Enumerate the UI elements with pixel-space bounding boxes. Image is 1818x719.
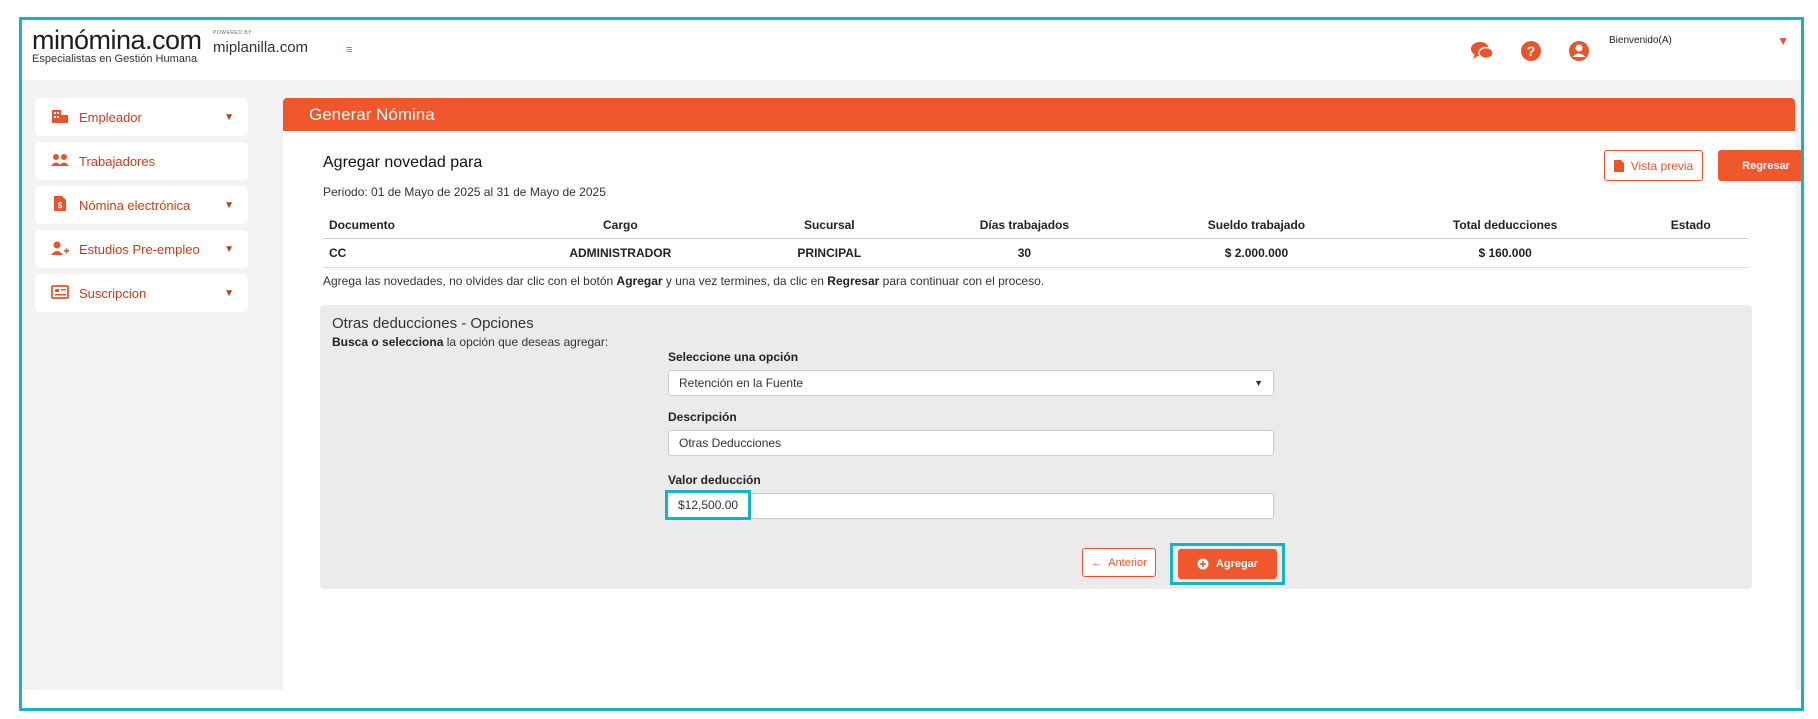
top-header: minómina.com Especialistas en Gestión Hu…: [22, 20, 1801, 80]
previous-button-label: Anterior: [1108, 556, 1147, 569]
back-button[interactable]: Regresar: [1718, 150, 1801, 181]
chat-icon[interactable]: [1469, 38, 1495, 64]
chevron-down-icon: ▼: [224, 199, 234, 211]
sidebar-item-empleador[interactable]: Empleador ▼: [35, 98, 248, 136]
user-plus-icon: [49, 240, 71, 259]
select-option-label: Seleccione una opción: [668, 350, 799, 364]
preview-button[interactable]: Vista previa: [1604, 150, 1703, 181]
welcome-text: Bienvenido(A): [1609, 35, 1672, 46]
deduction-value-text: $12,500.00: [678, 498, 739, 512]
panel-title: Generar Nómina: [283, 98, 1795, 131]
table-header: Documento: [323, 212, 495, 239]
building-icon: [49, 108, 71, 127]
description-field[interactable]: Otras Deducciones: [668, 430, 1274, 456]
table-header: Total deducciones: [1376, 212, 1634, 239]
add-button-highlight: Agregar: [1170, 543, 1285, 585]
chevron-down-icon: ▼: [224, 111, 234, 123]
pdf-file-icon: [1613, 159, 1624, 172]
app-frame: minómina.com Especialistas en Gestión Hu…: [19, 17, 1804, 711]
table-header: Días trabajados: [912, 212, 1137, 239]
table-cell: 30: [912, 238, 1137, 268]
table-cell: [1633, 238, 1748, 268]
user-menu-caret-icon[interactable]: ▼: [1777, 34, 1789, 48]
deduction-value-highlight[interactable]: $12,500.00: [665, 490, 751, 520]
sidebar-item-suscripcion[interactable]: Suscripcion ▼: [35, 274, 248, 312]
previous-button[interactable]: ← Anterior: [1082, 548, 1156, 577]
table-header: Sueldo trabajado: [1136, 212, 1377, 239]
main-panel: Generar Nómina Agregar novedad para Peri…: [283, 98, 1801, 690]
option-select[interactable]: Retención en la Fuente ▼: [668, 370, 1274, 396]
sidebar-item-label: Empleador: [79, 109, 142, 125]
note-text: y una vez termines, da clic en: [662, 274, 828, 288]
svg-text:?: ?: [1527, 43, 1536, 59]
instructions-note: Agrega las novedades, no olvides dar cli…: [323, 274, 1044, 288]
table-row: CC ADMINISTRADOR PRINCIPAL 30 $ 2.000.00…: [323, 238, 1748, 268]
sidebar-item-estudios-pre-empleo[interactable]: Estudios Pre-empleo ▼: [35, 230, 248, 268]
sidebar-item-label: Estudios Pre-empleo: [79, 241, 200, 257]
table-cell: PRINCIPAL: [745, 238, 913, 268]
menu-toggle-icon[interactable]: ≡: [346, 44, 352, 56]
sidebar: Empleador ▼ Trabajadores $ Nómina electr…: [35, 98, 248, 318]
chevron-down-icon: ▼: [224, 243, 234, 255]
table-header-row: Documento Cargo Sucursal Días trabajados…: [323, 212, 1748, 239]
powered-by-label: POWERED BY: [213, 30, 252, 36]
help-icon[interactable]: ?: [1518, 38, 1544, 64]
section-subtitle: Busca o selecciona la opción que deseas …: [332, 335, 608, 349]
powered-brand: miplanilla.com: [213, 39, 309, 56]
note-text: Agrega las novedades, no olvides dar cli…: [323, 274, 617, 288]
deductions-section: Otras deducciones - Opciones Busca o sel…: [320, 305, 1752, 589]
sidebar-item-label: Nómina electrónica: [79, 197, 191, 213]
description-label: Descripción: [668, 410, 737, 424]
chevron-down-icon: ▼: [1254, 378, 1263, 388]
add-button-label: Agregar: [1215, 558, 1259, 570]
sidebar-item-label: Trabajadores: [79, 153, 156, 169]
add-button[interactable]: Agregar: [1178, 549, 1277, 579]
users-icon: [49, 152, 71, 171]
logo: minómina.com Especialistas en Gestión Hu…: [32, 26, 202, 65]
table-header: Cargo: [494, 212, 746, 239]
deduction-value-field[interactable]: $12,500.00: [665, 490, 1274, 520]
add-novelty-title: Agregar novedad para: [323, 154, 483, 171]
user-avatar-icon[interactable]: [1566, 38, 1592, 64]
table-cell: $ 160.000: [1376, 238, 1634, 268]
period-text: Periodo: 01 de Mayo de 2025 al 31 de May…: [323, 185, 606, 199]
section-subtitle-text: la opción que deseas agregar:: [443, 335, 609, 349]
section-subtitle-bold: Busca o selecciona: [332, 335, 444, 349]
note-bold: Regresar: [827, 274, 880, 288]
table-cell: $ 2.000.000: [1136, 238, 1377, 268]
id-card-icon: [49, 284, 71, 302]
sidebar-item-label: Suscripcion: [79, 285, 147, 301]
preview-button-label: Vista previa: [1630, 158, 1694, 173]
body-area: Empleador ▼ Trabajadores $ Nómina electr…: [22, 80, 1801, 690]
plus-circle-icon: [1197, 558, 1209, 570]
note-text: para continuar con el proceso.: [879, 274, 1045, 288]
arrow-left-icon: ←: [1091, 556, 1103, 569]
document-icon: $: [49, 195, 71, 215]
logo-subtitle: Especialistas en Gestión Humana: [32, 53, 198, 65]
table-header: Sucursal: [745, 212, 913, 239]
option-select-value: Retención en la Fuente: [679, 376, 804, 390]
employee-table: Documento Cargo Sucursal Días trabajados…: [323, 212, 1748, 268]
sidebar-item-nomina-electronica[interactable]: $ Nómina electrónica ▼: [35, 186, 248, 224]
table-header: Estado: [1633, 212, 1748, 239]
note-bold: Agregar: [616, 274, 663, 288]
svg-text:$: $: [58, 201, 63, 210]
sidebar-item-trabajadores[interactable]: Trabajadores: [35, 142, 248, 180]
deduction-value-label: Valor deducción: [668, 473, 761, 487]
logo-main: minómina.com: [32, 25, 202, 55]
section-title: Otras deducciones - Opciones: [332, 315, 534, 332]
table-cell: CC: [323, 238, 495, 268]
powered-by: POWERED BY miplanilla.com: [213, 30, 308, 56]
table-cell: ADMINISTRADOR: [494, 238, 746, 268]
description-field-value: Otras Deducciones: [679, 436, 782, 450]
chevron-down-icon: ▼: [224, 287, 234, 299]
